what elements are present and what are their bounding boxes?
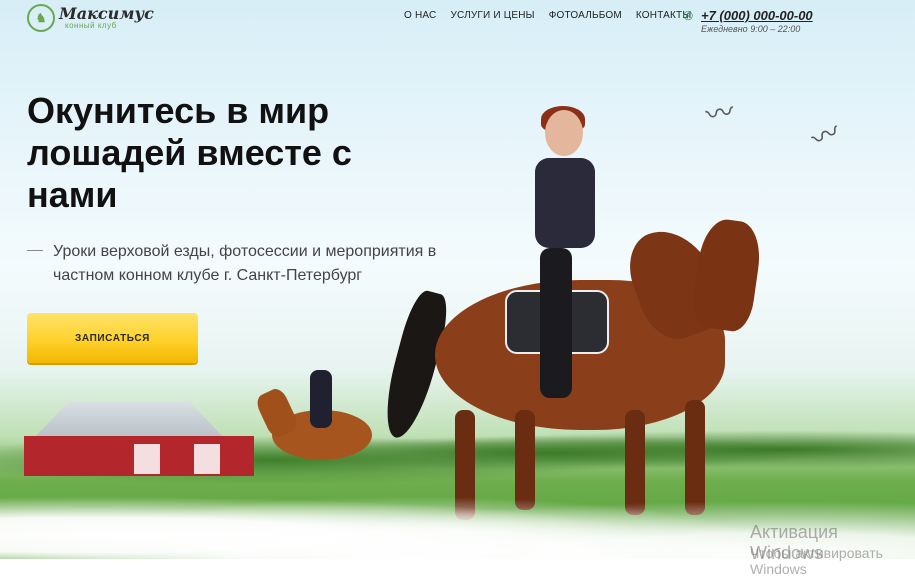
main-rider-image <box>376 106 775 530</box>
hero-subtext: Уроки верховой езды, фотосессии и меропр… <box>27 240 447 288</box>
logo-title: Максимус <box>59 4 154 23</box>
logo-text: Максимус конный клуб <box>59 6 154 30</box>
nav-item-services-prices[interactable]: УСЛУГИ И ЦЕНЫ <box>450 10 534 21</box>
contact-block: ✆ +7 (000) 000-00-00 Ежедневно 9:00 – 22… <box>683 8 813 34</box>
phone-link[interactable]: +7 (000) 000-00-00 <box>701 8 813 23</box>
hero-headline: Окунитесь в мир лошадей вместе с нами <box>27 90 352 215</box>
working-hours: Ежедневно 9:00 – 22:00 <box>701 24 801 34</box>
nav-item-photo-album[interactable]: ФОТОАЛЬБОМ <box>549 10 622 21</box>
nav-item-about[interactable]: О НАС <box>404 10 436 21</box>
barn-image <box>24 392 264 478</box>
logo[interactable]: ♞ Максимус конный клуб <box>27 4 154 32</box>
phone-icon: ✆ <box>683 8 694 23</box>
subtext-dash <box>27 250 43 251</box>
hero-description: Уроки верховой езды, фотосессии и меропр… <box>53 243 437 284</box>
seagull-icon: 〰 <box>806 115 846 156</box>
horse-logo-icon: ♞ <box>27 4 55 32</box>
seagull-icon: 〰 <box>703 95 737 132</box>
windows-activation-hint: Чтобы активировать Windows <box>750 545 883 577</box>
site-header: ♞ Максимус конный клуб О НАС УСЛУГИ И ЦЕ… <box>0 0 915 40</box>
signup-button[interactable]: ЗАПИСАТЬСЯ <box>27 313 198 363</box>
logo-subtitle: конный клуб <box>65 21 117 30</box>
main-nav: О НАС УСЛУГИ И ЦЕНЫ ФОТОАЛЬБОМ КОНТАКТЫ <box>404 10 691 21</box>
